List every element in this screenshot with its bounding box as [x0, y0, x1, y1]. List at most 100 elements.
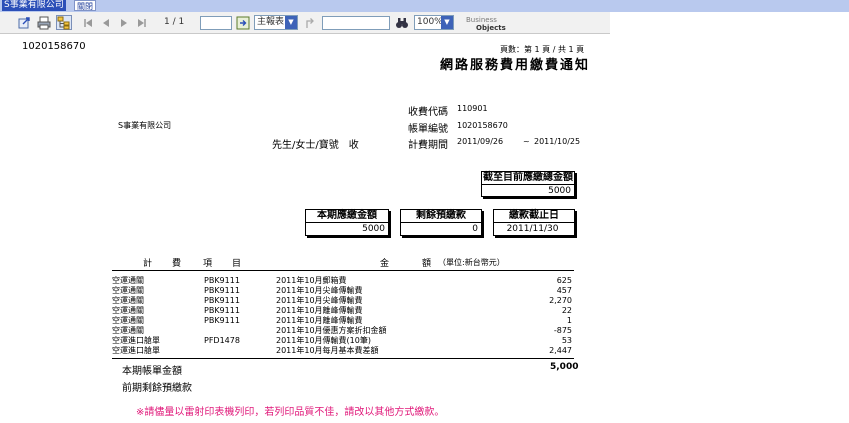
logo-text-small: Business [466, 16, 497, 24]
drill-up-button[interactable] [302, 15, 318, 30]
salutation: 先生/女士/寶號 收 [272, 140, 359, 151]
last-page-button[interactable] [134, 15, 150, 30]
table-row: 空運通關 PBK9111 2011年10月離峰傳輸費 22 [112, 306, 574, 316]
next-page-button[interactable] [116, 15, 132, 30]
table-row: 空運通關 PBK9111 2011年10月尖峰傳輸費 2,270 [112, 296, 574, 306]
company-name: S事業有限公司 [118, 121, 172, 130]
item-category: 空運進口艙單 [112, 346, 160, 355]
prev-page-button[interactable] [98, 15, 114, 30]
last-page-icon [138, 18, 146, 27]
first-page-button[interactable] [80, 15, 96, 30]
account-number-corner: 1020158670 [22, 41, 86, 52]
billing-period-separator: ~ [523, 137, 530, 146]
drill-up-icon [306, 17, 314, 28]
bill-total-value: 5,000 [550, 362, 579, 372]
item-amount: 22 [561, 306, 572, 315]
print-notice: ※請儘量以雷射印表機列印，若列印品質不佳，請改以其他方式繳款。 [136, 407, 445, 418]
item-category: 空運通關 [112, 286, 144, 295]
search-input[interactable] [322, 16, 390, 30]
item-code: PBK9111 [204, 296, 240, 305]
item-description: 2011年10月傳輸費(10筆) [276, 336, 371, 345]
remaining-prepay-label: 剩餘預繳款 [401, 210, 481, 223]
bill-number: 1020158670 [457, 121, 508, 130]
bill-total-label: 本期帳單金額 [122, 366, 182, 377]
search-button[interactable] [394, 15, 410, 30]
item-amount: -875 [553, 326, 572, 335]
item-amount: 1 [566, 316, 572, 325]
page-status: 1 / 1 [164, 17, 185, 27]
zoom-select[interactable]: 100% ▼ [414, 15, 454, 30]
item-category: 空運通關 [112, 306, 144, 315]
deadline-value: 2011/11/30 [506, 224, 559, 234]
item-code: PBK9111 [204, 306, 240, 315]
remaining-prepay-box: 剩餘預繳款 0 [400, 209, 482, 236]
item-description: 2011年10月尖峰傳輸費 [276, 286, 363, 295]
previous-prepay-label: 前期剩餘預繳款 [122, 383, 192, 394]
amount-header-2: 額 [422, 259, 432, 269]
fee-code-label: 收費代碼 [408, 107, 448, 118]
items-header-3: 項 [203, 259, 213, 269]
logo-text-big: Objects [476, 24, 506, 32]
item-category: 空運進口艙單 [112, 336, 160, 345]
total-due-box: 截至目前應繳總金額 5000 [481, 171, 575, 197]
deadline-box: 繳款截止日 2011/11/30 [493, 209, 575, 236]
billing-period-end: 2011/10/25 [534, 137, 581, 146]
item-amount: 457 [556, 286, 572, 295]
items-divider [112, 358, 574, 359]
page-number-input[interactable] [200, 16, 232, 30]
item-description: 2011年10月尖峰傳輸費 [276, 296, 363, 305]
item-description: 2011年10月離峰傳輸費 [276, 306, 363, 315]
next-page-icon [121, 18, 127, 27]
first-page-icon [84, 18, 92, 27]
zoom-select-value: 100% [417, 17, 443, 27]
business-objects-logo: Business Objects [466, 16, 506, 32]
billing-period-start: 2011/09/26 [457, 137, 504, 146]
export-icon [18, 16, 30, 28]
table-row: 空運進口艙單 PFD1478 2011年10月傳輸費(10筆) 53 [112, 336, 574, 346]
item-code: PBK9111 [204, 316, 240, 325]
current-due-box: 本期應繳金額 5000 [305, 209, 389, 236]
table-row: 空運通關 PBK9111 2011年10月郵箱費 625 [112, 276, 574, 286]
group-tree-button[interactable] [56, 15, 72, 30]
chevron-down-icon: ▼ [285, 16, 297, 29]
billing-period-label: 計費期間 [408, 140, 448, 151]
item-amount: 2,447 [549, 346, 572, 355]
binoculars-icon [396, 17, 408, 28]
title-bar: S事業有限公司 關閉 [0, 0, 849, 12]
goto-page-button[interactable] [235, 15, 251, 30]
amount-header-1: 金 [380, 259, 390, 269]
items-header-2: 費 [172, 259, 182, 269]
export-button[interactable] [16, 15, 32, 30]
close-tab-button[interactable]: 關閉 [74, 0, 96, 11]
item-code: PFD1478 [204, 336, 240, 345]
item-description: 2011年10月離峰傳輸費 [276, 316, 363, 325]
chevron-down-icon: ▼ [441, 16, 453, 29]
amount-unit: （單位:新台幣元） [438, 258, 505, 267]
document-title: 網路服務費用繳費通知 [440, 58, 591, 73]
fee-code: 110901 [457, 104, 488, 113]
table-row: 空運通關 PBK9111 2011年10月尖峰傳輸費 457 [112, 286, 574, 296]
print-button[interactable] [36, 15, 52, 30]
table-row: 空運進口艙單 2011年10月每月基本費差額 2,447 [112, 346, 574, 356]
items-header-4: 目 [232, 259, 242, 269]
viewer-toolbar: 1 / 1 主報表 ▼ 100% ▼ Business Objects [0, 12, 610, 34]
empty-viewport [610, 12, 849, 423]
tree-icon [57, 16, 70, 29]
item-description: 2011年10月郵箱費 [276, 276, 347, 285]
deadline-label: 繳款截止日 [494, 210, 574, 223]
item-category: 空運通關 [112, 326, 144, 335]
report-page: 1020158670 頁數：第 1 頁 / 共 1 頁 網路服務費用繳費通知 收… [0, 34, 610, 423]
total-due-label: 截至目前應繳總金額 [482, 172, 574, 185]
current-due-value: 5000 [362, 224, 385, 234]
report-tab[interactable]: S事業有限公司 [2, 0, 66, 11]
item-category: 空運通關 [112, 296, 144, 305]
current-due-label: 本期應繳金額 [306, 210, 388, 223]
report-select[interactable]: 主報表 ▼ [254, 15, 298, 30]
prev-page-icon [103, 18, 109, 27]
item-code: PBK9111 [204, 286, 240, 295]
report-select-value: 主報表 [257, 17, 285, 27]
item-category: 空運通關 [112, 276, 144, 285]
item-code: PBK9111 [204, 276, 240, 285]
remaining-prepay-value: 0 [472, 224, 478, 234]
table-row: 空運通關 PBK9111 2011年10月離峰傳輸費 1 [112, 316, 574, 326]
